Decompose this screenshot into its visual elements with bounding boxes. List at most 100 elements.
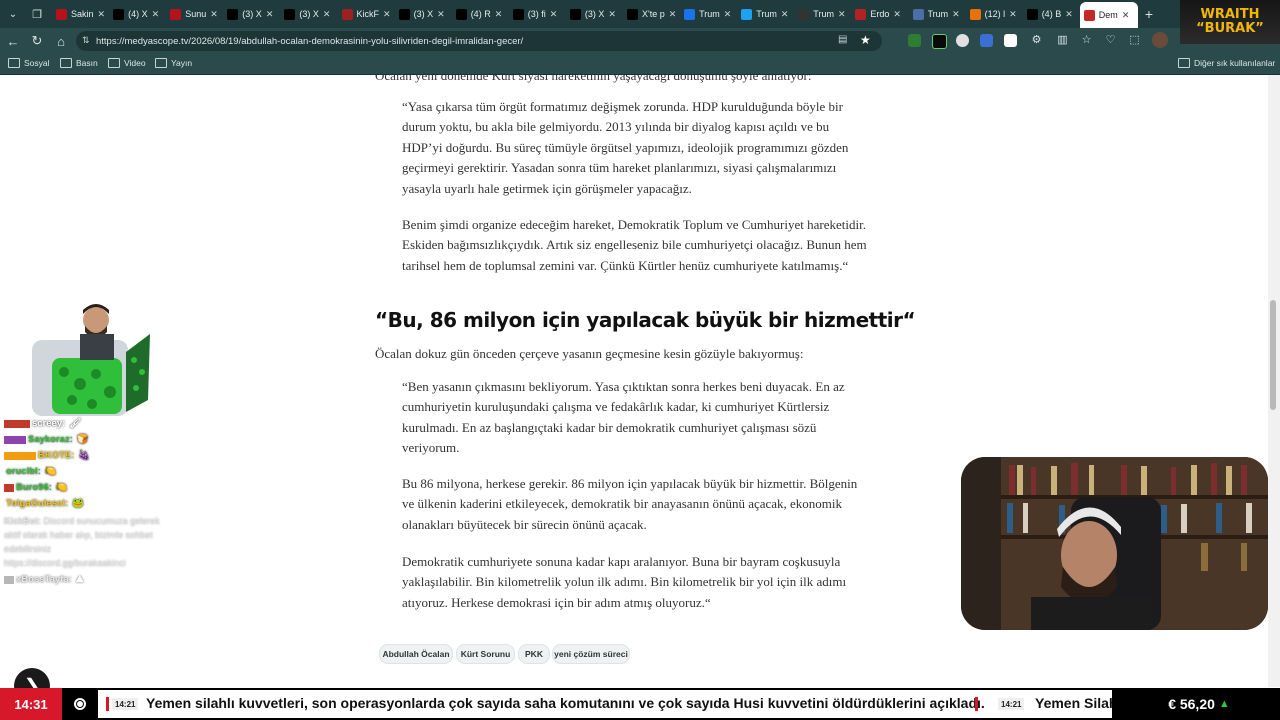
chat-username: KickBot:: [4, 516, 42, 526]
chat-text: ⛰: [75, 574, 84, 585]
tab-favicon-icon: [569, 8, 581, 20]
browser-tab[interactable]: (3) fi ✕: [509, 3, 567, 25]
quote-paragraph: Benim şimdi organize edeceğim hareket, D…: [402, 217, 867, 273]
tab-favicon-icon: [113, 8, 125, 20]
new-tab-plus-icon[interactable]: +: [1140, 5, 1158, 23]
workspaces-icon[interactable]: ❐: [28, 5, 46, 23]
bookmark-folder-video[interactable]: Video: [108, 58, 146, 68]
browser-tab[interactable]: (3) X ✕: [395, 3, 453, 25]
browser-toolbar: ← ↻ ⌂ ⇅ https://medyascope.tv/2026/08/19…: [0, 28, 1280, 54]
chat-message: oruclbl: 🍋: [4, 466, 174, 477]
browser-tab[interactable]: (3) X ✕: [223, 3, 281, 25]
tab-close-icon[interactable]: ✕: [210, 9, 218, 20]
tab-close-icon[interactable]: ✕: [383, 9, 391, 20]
tab-favicon-icon: [56, 8, 67, 20]
browser-tab[interactable]: Sunu ✕: [166, 3, 224, 25]
bookmark-folder-sosyal[interactable]: Sosyal: [8, 58, 50, 68]
reload-icon[interactable]: ↻: [28, 32, 46, 50]
bookmark-folder-other[interactable]: Diğer sık kullanılanlar: [1178, 58, 1275, 68]
tag-link[interactable]: Abdullah Öcalan: [379, 644, 453, 664]
tab-label: Sunu: [185, 9, 207, 19]
heart-icon[interactable]: ♡: [1104, 34, 1117, 47]
browser-tab[interactable]: Sakin ✕: [52, 3, 110, 25]
quote-paragraph: Bu 86 milyona, herkese gerekir. 86 milyo…: [402, 476, 858, 532]
tab-favicon-icon: [969, 8, 981, 20]
browser-tab[interactable]: Trum ✕: [737, 3, 795, 25]
browser-tab[interactable]: Trum ✕: [680, 3, 738, 25]
tab-label: (3) X: [299, 9, 319, 19]
tag-link[interactable]: PKK: [518, 644, 550, 664]
back-arrow-icon[interactable]: ←: [4, 32, 22, 50]
browser-tab[interactable]: (4) X ✕: [109, 3, 167, 25]
tab-close-icon[interactable]: ✕: [323, 9, 331, 20]
tab-close-icon[interactable]: ✕: [608, 9, 616, 20]
tab-close-icon[interactable]: ✕: [1009, 9, 1017, 20]
chat-message: Buro96: 🍋: [4, 482, 174, 493]
profile-avatar-icon[interactable]: [1152, 32, 1168, 48]
article-intro: Öcalan yeni dönemde Kürt siyasi hareketi…: [375, 75, 812, 83]
tab-close-icon[interactable]: ✕: [893, 9, 901, 20]
home-icon[interactable]: ⌂: [52, 32, 70, 50]
tab-favicon-icon: [798, 8, 810, 20]
tab-close-icon[interactable]: ✕: [724, 9, 732, 20]
tab-close-icon[interactable]: ✕: [781, 9, 789, 20]
address-bar[interactable]: ⇅ https://medyascope.tv/2026/08/19/abdul…: [76, 31, 882, 51]
browser-tab[interactable]: (3) X ✕: [280, 3, 338, 25]
webcam-feed-image: [961, 457, 1268, 630]
browser-tab[interactable]: Trum ✕: [909, 3, 967, 25]
downloads-icon[interactable]: ⬚: [1128, 34, 1141, 47]
folder-icon: [108, 58, 120, 68]
tab-favicon-icon: [855, 8, 867, 20]
browser-tab[interactable]: (4) R ✕: [452, 3, 510, 25]
tab-close-icon[interactable]: ✕: [952, 9, 960, 20]
tab-label: Trum: [756, 9, 777, 19]
collections-icon[interactable]: ☆: [1080, 34, 1093, 47]
tab-close-icon[interactable]: ✕: [1122, 10, 1130, 21]
chat-username: Buro96:: [16, 482, 52, 493]
bookmark-folder-basin[interactable]: Basın: [60, 58, 98, 68]
tab-close-icon[interactable]: ✕: [266, 9, 274, 20]
folder-icon: [60, 58, 72, 68]
tab-close-icon[interactable]: ✕: [152, 9, 160, 20]
chat-message: Saykoraz: 🍞: [4, 434, 174, 445]
tab-close-icon[interactable]: ✕: [550, 9, 558, 20]
chat-text: 🐸: [72, 498, 84, 509]
browser-tab[interactable]: Trum ✕: [794, 3, 852, 25]
split-screen-icon[interactable]: ▥: [1056, 34, 1069, 47]
chat-username: TolgaGulesci:: [6, 498, 69, 509]
browser-tab[interactable]: (12) l ✕: [966, 3, 1024, 25]
tab-close-icon[interactable]: ✕: [437, 9, 445, 20]
tab-close-icon[interactable]: ✕: [495, 9, 503, 20]
browser-tab[interactable]: X'te p ✕: [623, 3, 681, 25]
extension-grid-icon[interactable]: [932, 34, 947, 49]
tab-favicon-icon: [170, 8, 182, 20]
chat-badges-icon: [4, 419, 30, 428]
extension-circle-icon[interactable]: [956, 34, 969, 47]
site-info-icon[interactable]: ⇅: [82, 35, 90, 46]
page-scrollbar[interactable]: [1268, 75, 1280, 687]
scrollbar-thumb[interactable]: [1270, 300, 1276, 410]
tab-favicon-icon: [341, 8, 353, 20]
favorite-star-icon[interactable]: ★: [860, 33, 871, 47]
extension-green-icon[interactable]: [908, 34, 921, 47]
browser-tab[interactable]: KickF ✕: [338, 3, 396, 25]
puzzle-extensions-icon[interactable]: ⚙: [1030, 34, 1043, 47]
tag-link[interactable]: Kürt Sorunu: [456, 644, 515, 664]
browser-tab[interactable]: Erdo ✕: [851, 3, 909, 25]
extension-doc-icon[interactable]: [1004, 34, 1017, 47]
chat-text: 🍞: [76, 434, 89, 445]
bookmark-folder-yayin[interactable]: Yayın: [155, 58, 192, 68]
tab-close-icon[interactable]: ✕: [669, 9, 677, 20]
browser-tab[interactable]: (4) B ✕: [1023, 3, 1081, 25]
tab-menu-chevron-icon[interactable]: ⌄: [4, 5, 22, 23]
extension-translate-icon[interactable]: [980, 34, 993, 47]
browser-tab[interactable]: (3) X ✕: [566, 3, 624, 25]
tag-link[interactable]: yeni çözüm süreci: [552, 644, 630, 664]
tab-close-icon[interactable]: ✕: [838, 9, 846, 20]
streamer-cutout-image: [32, 304, 150, 416]
tab-close-icon[interactable]: ✕: [1065, 9, 1073, 20]
browser-tab[interactable]: Dem ✕: [1079, 2, 1138, 28]
reader-mode-icon[interactable]: ▤: [838, 34, 847, 45]
quote-paragraph: “Ben yasanın çıkmasını bekliyorum. Yasa …: [402, 379, 845, 456]
tab-close-icon[interactable]: ✕: [98, 9, 106, 20]
